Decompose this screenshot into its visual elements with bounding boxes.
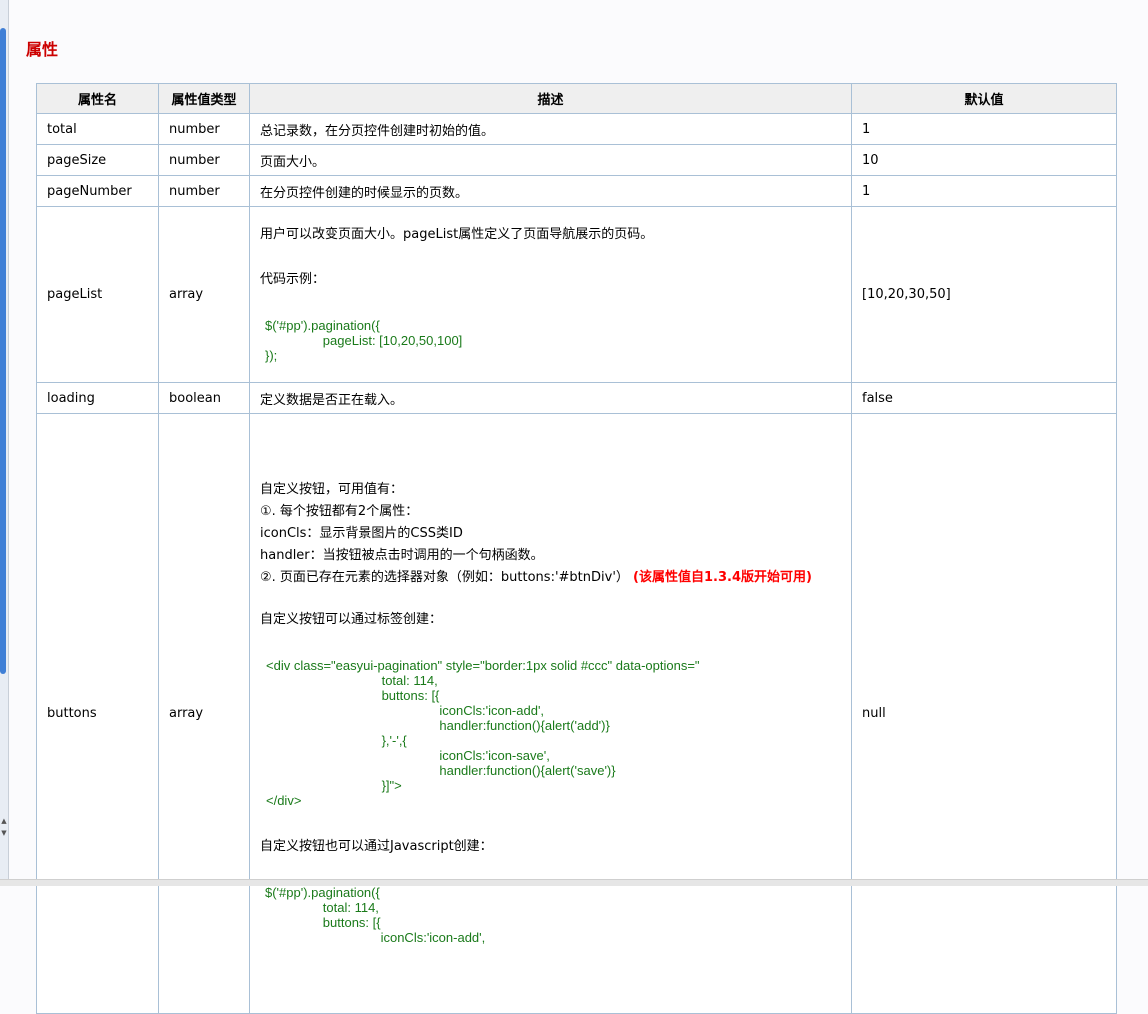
section-title: 属性 bbox=[26, 36, 58, 60]
table-row: pageNumber number 在分页控件创建的时候显示的页数。 1 bbox=[37, 176, 1117, 207]
scroll-up-arrow-icon[interactable]: ▲ bbox=[0, 816, 8, 826]
horizontal-scrollbar[interactable] bbox=[0, 879, 1148, 886]
code-example-label: 代码示例： bbox=[260, 272, 841, 287]
header-default: 默认值 bbox=[852, 84, 1117, 114]
table-row: pageList array 用户可以改变页面大小。pageList属性定义了页… bbox=[37, 207, 1117, 383]
description-text: ②. 页面已存在元素的选择器对象（例如：buttons:'#btnDiv'） bbox=[260, 570, 629, 585]
description-line: ②. 页面已存在元素的选择器对象（例如：buttons:'#btnDiv'） (… bbox=[260, 567, 841, 589]
table-header-row: 属性名 属性值类型 描述 默认值 bbox=[37, 84, 1117, 114]
property-type: number bbox=[159, 145, 250, 176]
property-name: pageList bbox=[37, 207, 159, 383]
property-default: [10,20,30,50] bbox=[852, 207, 1117, 383]
property-default: 1 bbox=[852, 114, 1117, 145]
header-name: 属性名 bbox=[37, 84, 159, 114]
property-description: 总记录数，在分页控件创建时初始的值。 bbox=[250, 114, 852, 145]
scroll-down-arrow-icon[interactable]: ▼ bbox=[0, 828, 8, 838]
property-type: number bbox=[159, 114, 250, 145]
property-description: 用户可以改变页面大小。pageList属性定义了页面导航展示的页码。 代码示例：… bbox=[250, 207, 852, 383]
header-description: 描述 bbox=[250, 84, 852, 114]
property-name: buttons bbox=[37, 414, 159, 1014]
property-default: null bbox=[852, 414, 1117, 1014]
vertical-scrollbar[interactable]: ▲ ▼ bbox=[0, 0, 9, 886]
table-row: pageSize number 页面大小。 10 bbox=[37, 145, 1117, 176]
property-name: pageNumber bbox=[37, 176, 159, 207]
property-type: array bbox=[159, 414, 250, 1014]
js-creation-label: 自定义按钮也可以通过Javascript创建： bbox=[260, 839, 841, 854]
property-name: loading bbox=[37, 383, 159, 414]
table-row: buttons array 自定义按钮，可用值有： ①. 每个按钮都有2个属性：… bbox=[37, 414, 1117, 1014]
property-type: boolean bbox=[159, 383, 250, 414]
code-block-tag: <div class="easyui-pagination" style="bo… bbox=[266, 658, 841, 808]
code-block: $('#pp').pagination({ pageList: [10,20,5… bbox=[265, 318, 841, 363]
property-name: total bbox=[37, 114, 159, 145]
code-block-js: $('#pp').pagination({ total: 114, button… bbox=[265, 885, 841, 945]
description-line: ①. 每个按钮都有2个属性： bbox=[260, 501, 841, 523]
description-line: iconCls：显示背景图片的CSS类ID bbox=[260, 523, 841, 545]
property-description: 在分页控件创建的时候显示的页数。 bbox=[250, 176, 852, 207]
property-type: array bbox=[159, 207, 250, 383]
description-text: 用户可以改变页面大小。pageList属性定义了页面导航展示的页码。 bbox=[260, 227, 841, 242]
version-note: (该属性值自1.3.4版开始可用) bbox=[633, 570, 812, 585]
property-type: number bbox=[159, 176, 250, 207]
description-line: handler：当按钮被点击时调用的一个句柄函数。 bbox=[260, 545, 841, 567]
property-name: pageSize bbox=[37, 145, 159, 176]
property-default: 1 bbox=[852, 176, 1117, 207]
property-description: 自定义按钮，可用值有： ①. 每个按钮都有2个属性： iconCls：显示背景图… bbox=[250, 414, 852, 1014]
property-default: 10 bbox=[852, 145, 1117, 176]
property-default: false bbox=[852, 383, 1117, 414]
table-row: total number 总记录数，在分页控件创建时初始的值。 1 bbox=[37, 114, 1117, 145]
description-line: 自定义按钮，可用值有： bbox=[260, 479, 841, 501]
property-description: 定义数据是否正在载入。 bbox=[250, 383, 852, 414]
scrollbar-thumb[interactable] bbox=[0, 28, 6, 674]
properties-table: 属性名 属性值类型 描述 默认值 total number 总记录数，在分页控件… bbox=[36, 83, 1117, 1014]
property-description: 页面大小。 bbox=[250, 145, 852, 176]
table-row: loading boolean 定义数据是否正在载入。 false bbox=[37, 383, 1117, 414]
header-type: 属性值类型 bbox=[159, 84, 250, 114]
tag-creation-label: 自定义按钮可以通过标签创建： bbox=[260, 612, 841, 627]
